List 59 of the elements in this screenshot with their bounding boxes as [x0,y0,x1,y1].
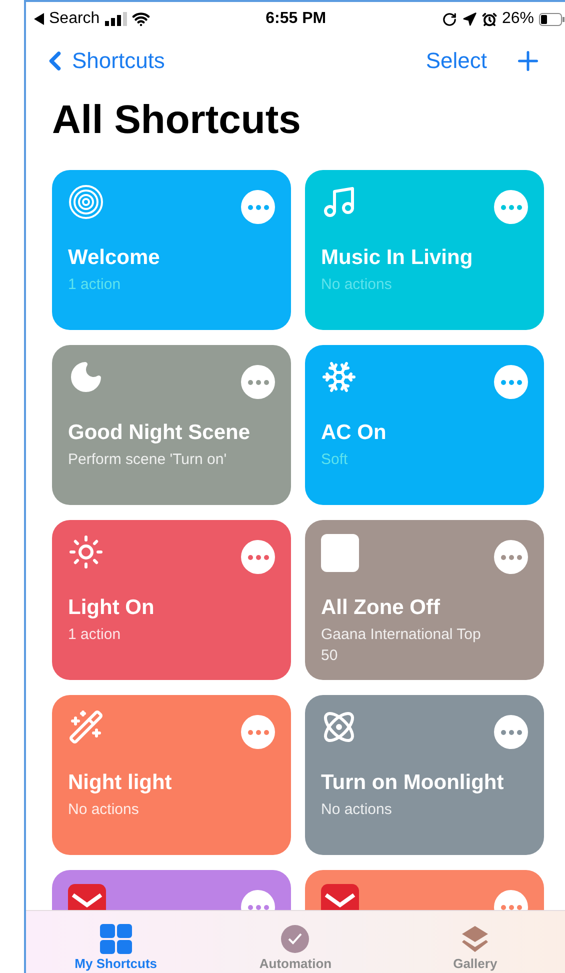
shortcut-card[interactable]: AC On Soft [305,345,544,505]
shortcut-subtitle: No actions [321,275,393,295]
magic-wand-icon [68,709,104,745]
shortcut-title: Music In Living [321,246,474,270]
more-button[interactable] [241,365,275,399]
tab[interactable]: Automation [235,924,356,973]
atom-icon [321,709,357,745]
shortcut-title: Turn on Moonlight [321,771,505,795]
snowflake-icon [321,359,357,395]
shortcut-title: Night light [68,771,173,795]
sun-icon [68,534,104,570]
shortcut-card[interactable]: Music In Living No actions [305,170,544,330]
shortcut-subtitle: 1 action [68,275,122,295]
shortcut-subtitle: Soft [321,450,349,470]
more-button[interactable] [494,190,528,224]
wifi-icon [132,10,150,28]
rotation-lock-icon [442,12,457,26]
battery-icon [538,12,565,26]
back-app-label[interactable]: Search [49,10,100,28]
shortcut-subtitle: Gaana International Top 50 [321,625,482,666]
status-time: 6:55 PM [266,10,326,28]
grid-icon [100,924,132,954]
back-link[interactable]: Shortcuts [40,46,165,76]
shortcut-subtitle: Perform scene 'Turn on' [68,450,228,470]
tab[interactable]: Gallery [415,924,536,973]
select-link[interactable]: Select [426,48,487,74]
more-button[interactable] [494,715,528,749]
shortcut-title: AC On [321,421,388,445]
square-icon [321,534,359,572]
shortcut-card[interactable]: Welcome 1 action [52,170,291,330]
more-button[interactable] [241,715,275,749]
shortcut-subtitle: No actions [321,800,393,820]
shortcut-card[interactable]: Night light No actions [52,695,291,855]
layers-icon [460,924,490,954]
shortcut-card[interactable]: Good Night Scene Perform scene 'Turn on' [52,345,291,505]
more-button[interactable] [494,540,528,574]
location-arrow-icon [462,12,477,26]
page-title: All Shortcuts [52,97,302,144]
tab[interactable]: My Shortcuts [56,924,176,973]
more-button[interactable] [494,365,528,399]
shortcut-subtitle: No actions [68,800,140,820]
shortcut-card[interactable]: All Zone Off Gaana International Top 50 [305,520,544,680]
clock-check-icon [280,924,310,954]
shortcut-title: Good Night Scene [68,421,252,445]
alarm-clock-icon [482,12,497,26]
more-button[interactable] [241,190,275,224]
back-triangle-icon [34,13,44,25]
more-button[interactable] [241,540,275,574]
shortcut-card[interactable]: Turn on Moonlight No actions [305,695,544,855]
battery-percentage: 26% [502,10,534,28]
shortcut-title: All Zone Off [321,596,441,620]
signal-icon [104,12,127,26]
shortcut-subtitle: 1 action [68,625,122,645]
moon-icon [68,359,104,395]
shortcut-card[interactable]: Light On 1 action [52,520,291,680]
concentric-circles-icon [68,184,104,220]
shortcut-title: Welcome [68,246,161,270]
music-note-icon [321,184,357,220]
shortcut-title: Light On [68,596,156,620]
